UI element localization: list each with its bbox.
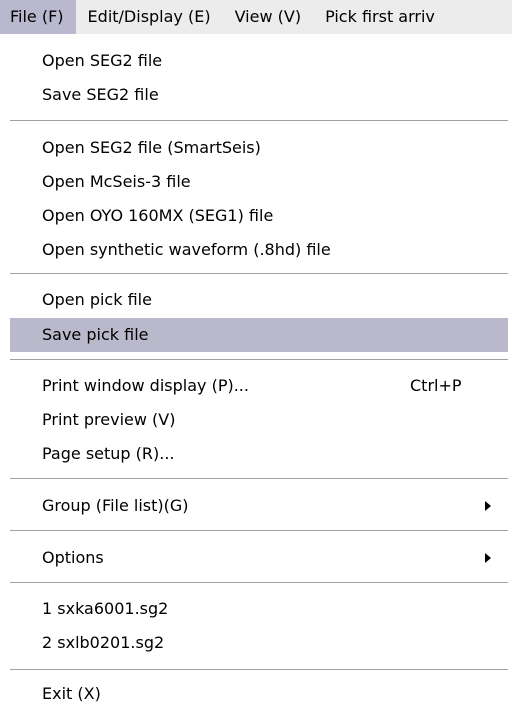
menu-separator [10,530,508,532]
menu-item-label: Group (File list)(G) [42,496,189,515]
menu-item-print-window[interactable]: Print window display (P)... Ctrl+P [10,369,508,403]
menu-separator [10,359,508,361]
submenu-arrow-icon [485,501,491,511]
menu-view[interactable]: View (V) [223,0,313,34]
menu-item-save-seg2[interactable]: Save SEG2 file [10,78,508,112]
menu-item-exit[interactable]: Exit (X) [10,677,508,711]
menu-item-open-synthetic[interactable]: Open synthetic waveform (.8hd) file [10,233,508,267]
menu-separator [10,582,508,584]
menu-item-open-seg2-smartseis[interactable]: Open SEG2 file (SmartSeis) [10,131,508,165]
menu-separator [10,273,508,275]
menu-item-open-oyo160mx[interactable]: Open OYO 160MX (SEG1) file [10,199,508,233]
menu-item-recent-file-2[interactable]: 2 sxlb0201.sg2 [10,626,508,660]
menu-item-open-pick[interactable]: Open pick file [10,283,508,317]
menu-item-save-pick[interactable]: Save pick file [10,318,508,352]
submenu-arrow-icon [485,553,491,563]
menu-separator [10,120,508,122]
menu-edit-display[interactable]: Edit/Display (E) [76,0,223,34]
menu-item-open-mcseis3[interactable]: Open McSeis-3 file [10,165,508,199]
file-dropdown-menu: Open SEG2 file Save SEG2 file Open SEG2 … [10,34,508,711]
menu-item-page-setup[interactable]: Page setup (R)... [10,437,508,471]
menu-item-recent-file-1[interactable]: 1 sxka6001.sg2 [10,592,508,626]
menu-item-print-preview[interactable]: Print preview (V) [10,403,508,437]
menu-item-open-seg2[interactable]: Open SEG2 file [10,44,508,78]
menu-item-group[interactable]: Group (File list)(G) [10,489,508,523]
menu-file[interactable]: File (F) [0,0,76,34]
menu-item-label: Print window display (P)... [42,376,249,395]
menu-bar: File (F) Edit/Display (E) View (V) Pick … [0,0,512,34]
shortcut-label: Ctrl+P [410,376,462,395]
menu-separator [10,478,508,480]
menu-item-options[interactable]: Options [10,541,508,575]
menu-pick-first-arrival[interactable]: Pick first arriv [313,0,447,34]
menu-item-label: Options [42,548,104,567]
menu-separator [10,669,508,671]
